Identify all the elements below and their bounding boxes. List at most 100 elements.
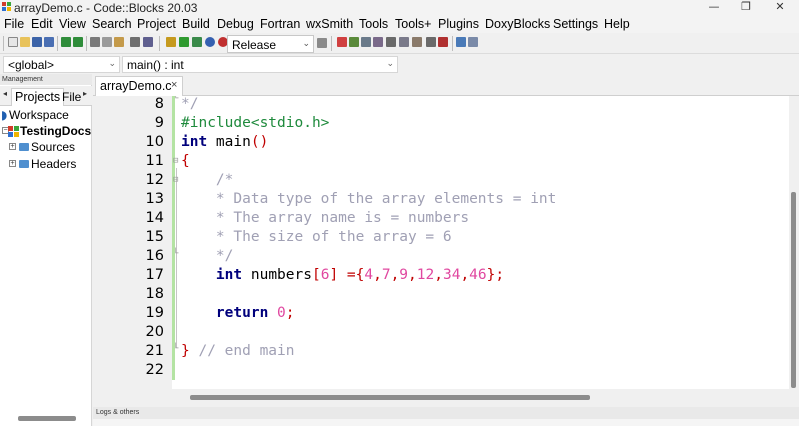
expand-icon[interactable]: + [9, 143, 16, 150]
code-token: /* [181, 172, 234, 188]
next-line-icon[interactable] [361, 37, 371, 47]
save-icon[interactable] [32, 37, 42, 47]
code-token: , [408, 267, 417, 283]
code-completion-bar: <global> ⌄ main() : int ⌄ [0, 54, 799, 74]
code-token: int [215, 267, 243, 283]
function-value: main() : int [127, 58, 184, 72]
menu-tools[interactable]: Tools [359, 17, 388, 31]
menu-search[interactable]: Search [92, 17, 132, 31]
line-number: 19 [145, 305, 164, 321]
tab-arraydemo-c[interactable]: arrayDemo.c × [95, 76, 183, 97]
code-token: #include<stdio.h> [181, 115, 330, 131]
code-token: return [215, 305, 269, 321]
debug-windows-icon[interactable] [456, 37, 466, 47]
fold-end-icon: └ [173, 344, 179, 354]
code-line-17: int numbers[6] ={4,7,9,12,34,46}; [181, 267, 504, 283]
stop-debugger-icon[interactable] [438, 37, 448, 47]
undo-icon[interactable] [61, 37, 71, 47]
menu-tools-plus[interactable]: Tools+ [395, 17, 431, 31]
menu-debug[interactable]: Debug [217, 17, 254, 31]
fold-toggle-icon[interactable]: ⊟ [173, 156, 178, 166]
code-token: * The array name is = numbers [181, 210, 470, 226]
code-line-16: */ [181, 248, 233, 264]
toolbar-separator [57, 36, 58, 51]
toolbar-separator [331, 36, 332, 51]
redo-icon[interactable] [73, 37, 83, 47]
menu-help[interactable]: Help [604, 17, 630, 31]
code-token: int [181, 134, 208, 150]
management-title: Management [0, 74, 92, 85]
tab-projects[interactable]: Projects [11, 88, 65, 106]
menu-plugins[interactable]: Plugins [438, 17, 479, 31]
build-and-run-icon[interactable] [192, 37, 202, 47]
run-icon[interactable] [179, 37, 189, 47]
new-file-icon[interactable] [8, 37, 18, 47]
build-icon[interactable] [166, 37, 176, 47]
replace-icon[interactable] [143, 37, 153, 47]
close-window-button[interactable]: ✕ [766, 0, 794, 16]
code-token: 0 [277, 305, 286, 321]
menu-build[interactable]: Build [182, 17, 210, 31]
rebuild-icon[interactable] [205, 37, 215, 47]
next-instruction-icon[interactable] [399, 37, 409, 47]
step-into-instruction-icon[interactable] [412, 37, 422, 47]
menu-file[interactable]: File [4, 17, 24, 31]
code-editor[interactable]: 8 9 10 11 12 13 14 15 16 17 18 19 20 21 … [93, 96, 789, 389]
save-all-icon[interactable] [44, 37, 54, 47]
code-token: ; [285, 305, 295, 321]
folder-icon [19, 143, 29, 151]
line-number: 15 [145, 229, 164, 245]
run-to-cursor-icon[interactable] [349, 37, 359, 47]
paste-icon[interactable] [114, 37, 124, 47]
editor-vertical-scrollbar[interactable] [791, 192, 796, 388]
fold-toggle-icon[interactable]: ⊟ [173, 175, 178, 185]
line-number: 18 [145, 286, 164, 302]
code-token: 12 [416, 267, 435, 283]
changed-lines-marker [172, 96, 175, 380]
close-tab-icon[interactable]: × [171, 79, 177, 91]
copy-icon[interactable] [102, 37, 112, 47]
code-token: */ [181, 96, 199, 112]
debug-info-icon[interactable] [468, 37, 478, 47]
function-select[interactable]: main() : int ⌄ [122, 56, 398, 73]
open-file-icon[interactable] [20, 37, 30, 47]
tab-files[interactable]: File [62, 90, 81, 104]
code-line-14: * The array name is = numbers [181, 210, 469, 226]
menu-settings[interactable]: Settings [553, 17, 598, 31]
code-token: 9 [399, 267, 409, 283]
debug-start-icon[interactable] [337, 37, 347, 47]
code-token: 4 [364, 267, 374, 283]
editor-horizontal-scrollbar[interactable] [190, 395, 590, 400]
scope-select[interactable]: <global> ⌄ [3, 56, 120, 73]
menu-view[interactable]: View [59, 17, 86, 31]
step-into-icon[interactable] [373, 37, 383, 47]
line-number-gutter: 8 9 10 11 12 13 14 15 16 17 18 19 20 21 … [93, 96, 172, 389]
pause-icon[interactable] [426, 37, 436, 47]
codeblocks-logo-icon [2, 2, 11, 11]
build-options-icon[interactable] [317, 38, 327, 48]
menu-doxyblocks[interactable]: DoxyBlocks [485, 17, 550, 31]
management-tabs: ◂ Projects File ▸ [0, 86, 92, 106]
tab-scroll-left-icon[interactable]: ◂ [3, 89, 7, 98]
step-out-icon[interactable] [386, 37, 396, 47]
code-token: , [460, 267, 470, 283]
maximize-button[interactable]: ❐ [732, 0, 760, 16]
menu-project[interactable]: Project [137, 17, 176, 31]
build-target-select[interactable]: Release ⌄ [227, 35, 314, 53]
find-icon[interactable] [130, 37, 140, 47]
tab-scroll-right-icon[interactable]: ▸ [83, 89, 87, 98]
scope-value: <global> [8, 58, 55, 72]
code-token: () [250, 134, 269, 150]
menu-wxsmith[interactable]: wxSmith [306, 17, 353, 31]
menu-fortran[interactable]: Fortran [260, 17, 300, 31]
expand-icon[interactable]: + [9, 160, 16, 167]
line-number: 10 [145, 134, 164, 150]
minimize-button[interactable]: — [700, 0, 728, 16]
cut-icon[interactable] [90, 37, 100, 47]
line-number: 22 [145, 362, 164, 378]
chevron-down-icon: ⌄ [302, 38, 310, 48]
management-horizontal-scrollbar[interactable] [18, 416, 76, 421]
menu-edit[interactable]: Edit [31, 17, 53, 31]
